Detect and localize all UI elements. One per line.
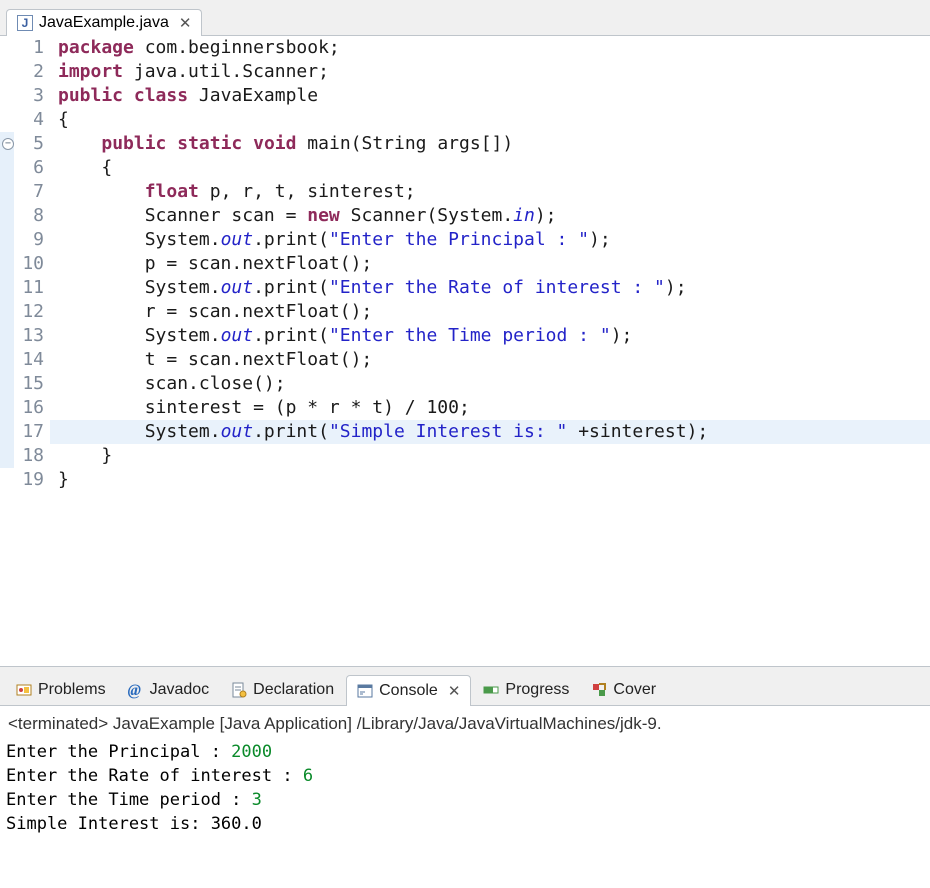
line-number: 10 xyxy=(14,252,44,276)
console-icon xyxy=(357,683,373,699)
tab-coverage[interactable]: Cover xyxy=(581,675,666,705)
tab-label: Javadoc xyxy=(150,681,210,699)
problems-icon xyxy=(16,682,32,698)
progress-icon xyxy=(483,682,499,698)
line-number: 13 xyxy=(14,324,44,348)
coverage-icon xyxy=(591,682,607,698)
close-icon[interactable]: ✕ xyxy=(448,682,461,700)
code-line[interactable]: p = scan.nextFloat(); xyxy=(58,252,930,276)
line-number: 19 xyxy=(14,468,44,492)
line-number: 8 xyxy=(14,204,44,228)
tab-label: Problems xyxy=(38,681,106,699)
tab-problems[interactable]: Problems xyxy=(6,675,116,705)
code-line[interactable]: System.out.print("Enter the Rate of inte… xyxy=(58,276,930,300)
code-line[interactable]: System.out.print("Enter the Principal : … xyxy=(58,228,930,252)
tab-progress[interactable]: Progress xyxy=(473,675,579,705)
console-line: Enter the Principal : 2000 xyxy=(6,740,924,764)
code-line[interactable]: float p, r, t, sinterest; xyxy=(58,180,930,204)
tab-console[interactable]: Console ✕ xyxy=(346,675,471,706)
java-file-icon: J xyxy=(17,15,33,31)
code-line[interactable]: sinterest = (p * r * t) / 100; xyxy=(58,396,930,420)
fold-toggle-icon[interactable]: − xyxy=(2,138,14,150)
console-line: Enter the Rate of interest : 6 xyxy=(6,764,924,788)
line-number: 4 xyxy=(14,108,44,132)
line-number: 15 xyxy=(14,372,44,396)
line-number: 7 xyxy=(14,180,44,204)
code-line[interactable]: } xyxy=(58,444,930,468)
code-line[interactable]: System.out.print("Enter the Time period … xyxy=(58,324,930,348)
code-line[interactable]: System.out.print("Simple Interest is: " … xyxy=(58,420,930,444)
tab-label: Cover xyxy=(613,681,656,699)
line-number: 9 xyxy=(14,228,44,252)
line-number: 11 xyxy=(14,276,44,300)
code-content[interactable]: package com.beginnersbook;import java.ut… xyxy=(50,36,930,492)
close-icon[interactable]: ✕ xyxy=(179,14,192,32)
line-number: 6 xyxy=(14,156,44,180)
line-number: 12 xyxy=(14,300,44,324)
code-line[interactable]: import java.util.Scanner; xyxy=(58,60,930,84)
console-output: Enter the Principal : 2000Enter the Rate… xyxy=(6,740,924,836)
line-number: 1 xyxy=(14,36,44,60)
console-view[interactable]: <terminated> JavaExample [Java Applicati… xyxy=(0,706,930,840)
code-line[interactable]: { xyxy=(58,108,930,132)
tab-label: Progress xyxy=(505,681,569,699)
editor-area[interactable]: 12345−678910111213141516171819 package c… xyxy=(0,36,930,666)
line-number: 2 xyxy=(14,60,44,84)
panel-tabbar: Problems @ Javadoc Declaration Console ✕… xyxy=(0,666,930,706)
code-line[interactable]: r = scan.nextFloat(); xyxy=(58,300,930,324)
editor-tab-filename: JavaExample.java xyxy=(39,14,169,32)
code-line[interactable]: } xyxy=(58,468,930,492)
code-line[interactable]: scan.close(); xyxy=(58,372,930,396)
code-line[interactable]: public static void main(String args[]) xyxy=(58,132,930,156)
line-number: 3 xyxy=(14,84,44,108)
console-status: <terminated> JavaExample [Java Applicati… xyxy=(6,710,924,740)
editor-tab[interactable]: J JavaExample.java ✕ xyxy=(6,9,202,36)
code-line[interactable]: { xyxy=(58,156,930,180)
line-number: 5− xyxy=(14,132,44,156)
fold-strip xyxy=(0,36,14,666)
code-line[interactable]: Scanner scan = new Scanner(System.in); xyxy=(58,204,930,228)
code-line[interactable]: public class JavaExample xyxy=(58,84,930,108)
editor-tabbar: J JavaExample.java ✕ xyxy=(0,0,930,36)
line-number: 17 xyxy=(14,420,44,444)
line-number-gutter: 12345−678910111213141516171819 xyxy=(14,36,50,666)
tab-javadoc[interactable]: @ Javadoc xyxy=(118,675,220,705)
code-line[interactable]: t = scan.nextFloat(); xyxy=(58,348,930,372)
method-range-highlight xyxy=(0,132,14,468)
line-number: 18 xyxy=(14,444,44,468)
tab-label: Console xyxy=(379,682,438,700)
line-number: 14 xyxy=(14,348,44,372)
declaration-icon xyxy=(231,682,247,698)
console-line: Enter the Time period : 3 xyxy=(6,788,924,812)
code-line[interactable]: package com.beginnersbook; xyxy=(58,36,930,60)
console-line: Simple Interest is: 360.0 xyxy=(6,812,924,836)
tab-declaration[interactable]: Declaration xyxy=(221,675,344,705)
tab-label: Declaration xyxy=(253,681,334,699)
javadoc-icon: @ xyxy=(128,682,144,698)
line-number: 16 xyxy=(14,396,44,420)
